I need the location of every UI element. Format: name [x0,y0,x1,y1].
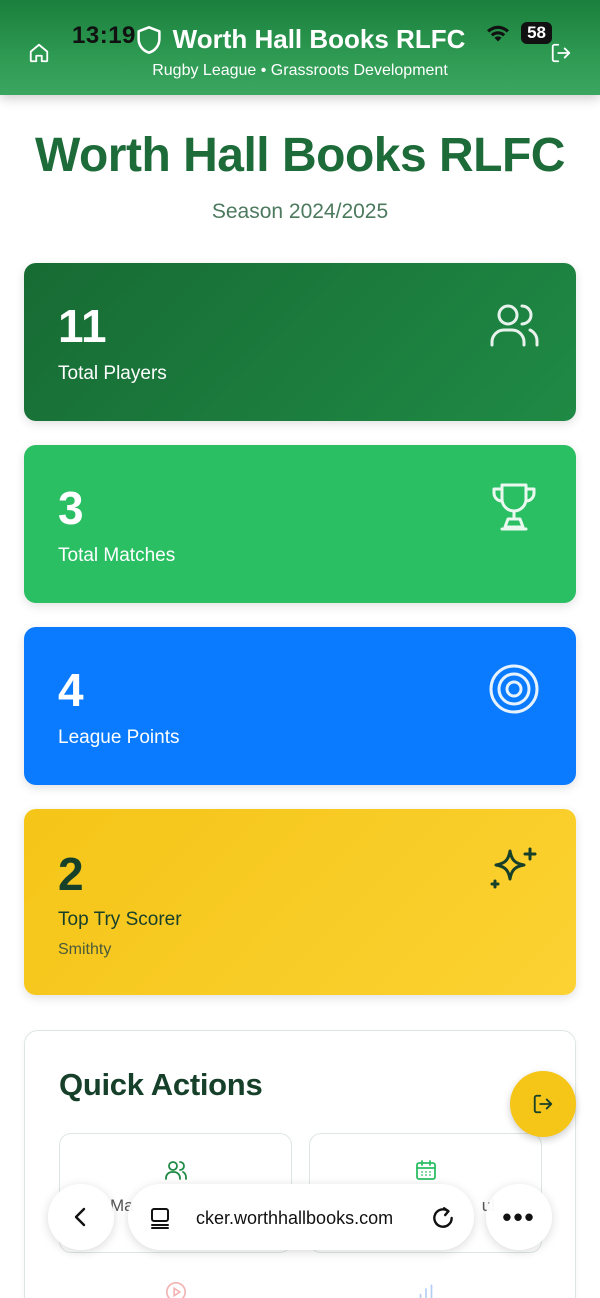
calendar-icon [415,1160,436,1180]
browser-url-text: cker.worthhallbooks.com [196,1208,394,1228]
stat-label: League Points [58,727,180,748]
stat-value: 2 [58,848,84,900]
stat-label: Total Players [58,363,167,384]
browser-address-bar[interactable]: cker.worthhallbooks.com [128,1184,474,1250]
logout-icon [533,1094,553,1114]
wifi-icon [487,25,510,42]
shield-icon [136,25,161,54]
stat-card-matches[interactable]: 3 Total Matches [24,445,576,603]
stat-card-points[interactable]: 4 League Points [24,627,576,785]
stat-value: 3 [58,482,84,534]
tabs-icon[interactable] [148,1206,172,1230]
header-subtitle: Rugby League • Grassroots Development [152,62,448,79]
target-icon [489,664,539,714]
status-time: 13:19 [72,22,136,49]
sparkles-icon [490,847,537,889]
chevron-left-icon [74,1207,86,1227]
users-icon [164,1161,187,1180]
stat-value: 11 [58,300,107,352]
browser-toolbar: cker.worthhallbooks.com ••• [0,1180,600,1298]
qa-tile-icon-wrap [310,1158,541,1182]
qa-tile-icon-wrap [60,1158,291,1182]
stat-card-players[interactable]: 11 Total Players [24,263,576,421]
page-title: Worth Hall Books RLFC [35,129,565,182]
status-indicators: 58 [485,22,552,44]
stat-value: 4 [58,664,84,716]
logout-fab-button[interactable] [510,1071,576,1137]
stat-card-top-scorer[interactable]: 2 Top Try Scorer Smithty [24,809,576,995]
stat-label: Top Try Scorer [58,909,182,930]
quick-actions-title: Quick Actions [59,1067,263,1102]
trophy-icon [492,483,536,531]
reload-icon[interactable] [430,1205,456,1231]
users-icon [490,304,539,347]
battery-level: 58 [521,22,552,44]
season-label: Season 2024/2025 [211,200,389,223]
stat-label: Total Matches [58,545,176,566]
browser-back-button[interactable] [48,1184,114,1250]
header-title: Worth Hall Books RLFC [172,24,466,54]
browser-more-button[interactable]: ••• [486,1184,552,1250]
app-header: Worth Hall Books RLFC Rugby League • Gra… [0,0,600,95]
top-scorer-name: Smithty [58,941,112,958]
